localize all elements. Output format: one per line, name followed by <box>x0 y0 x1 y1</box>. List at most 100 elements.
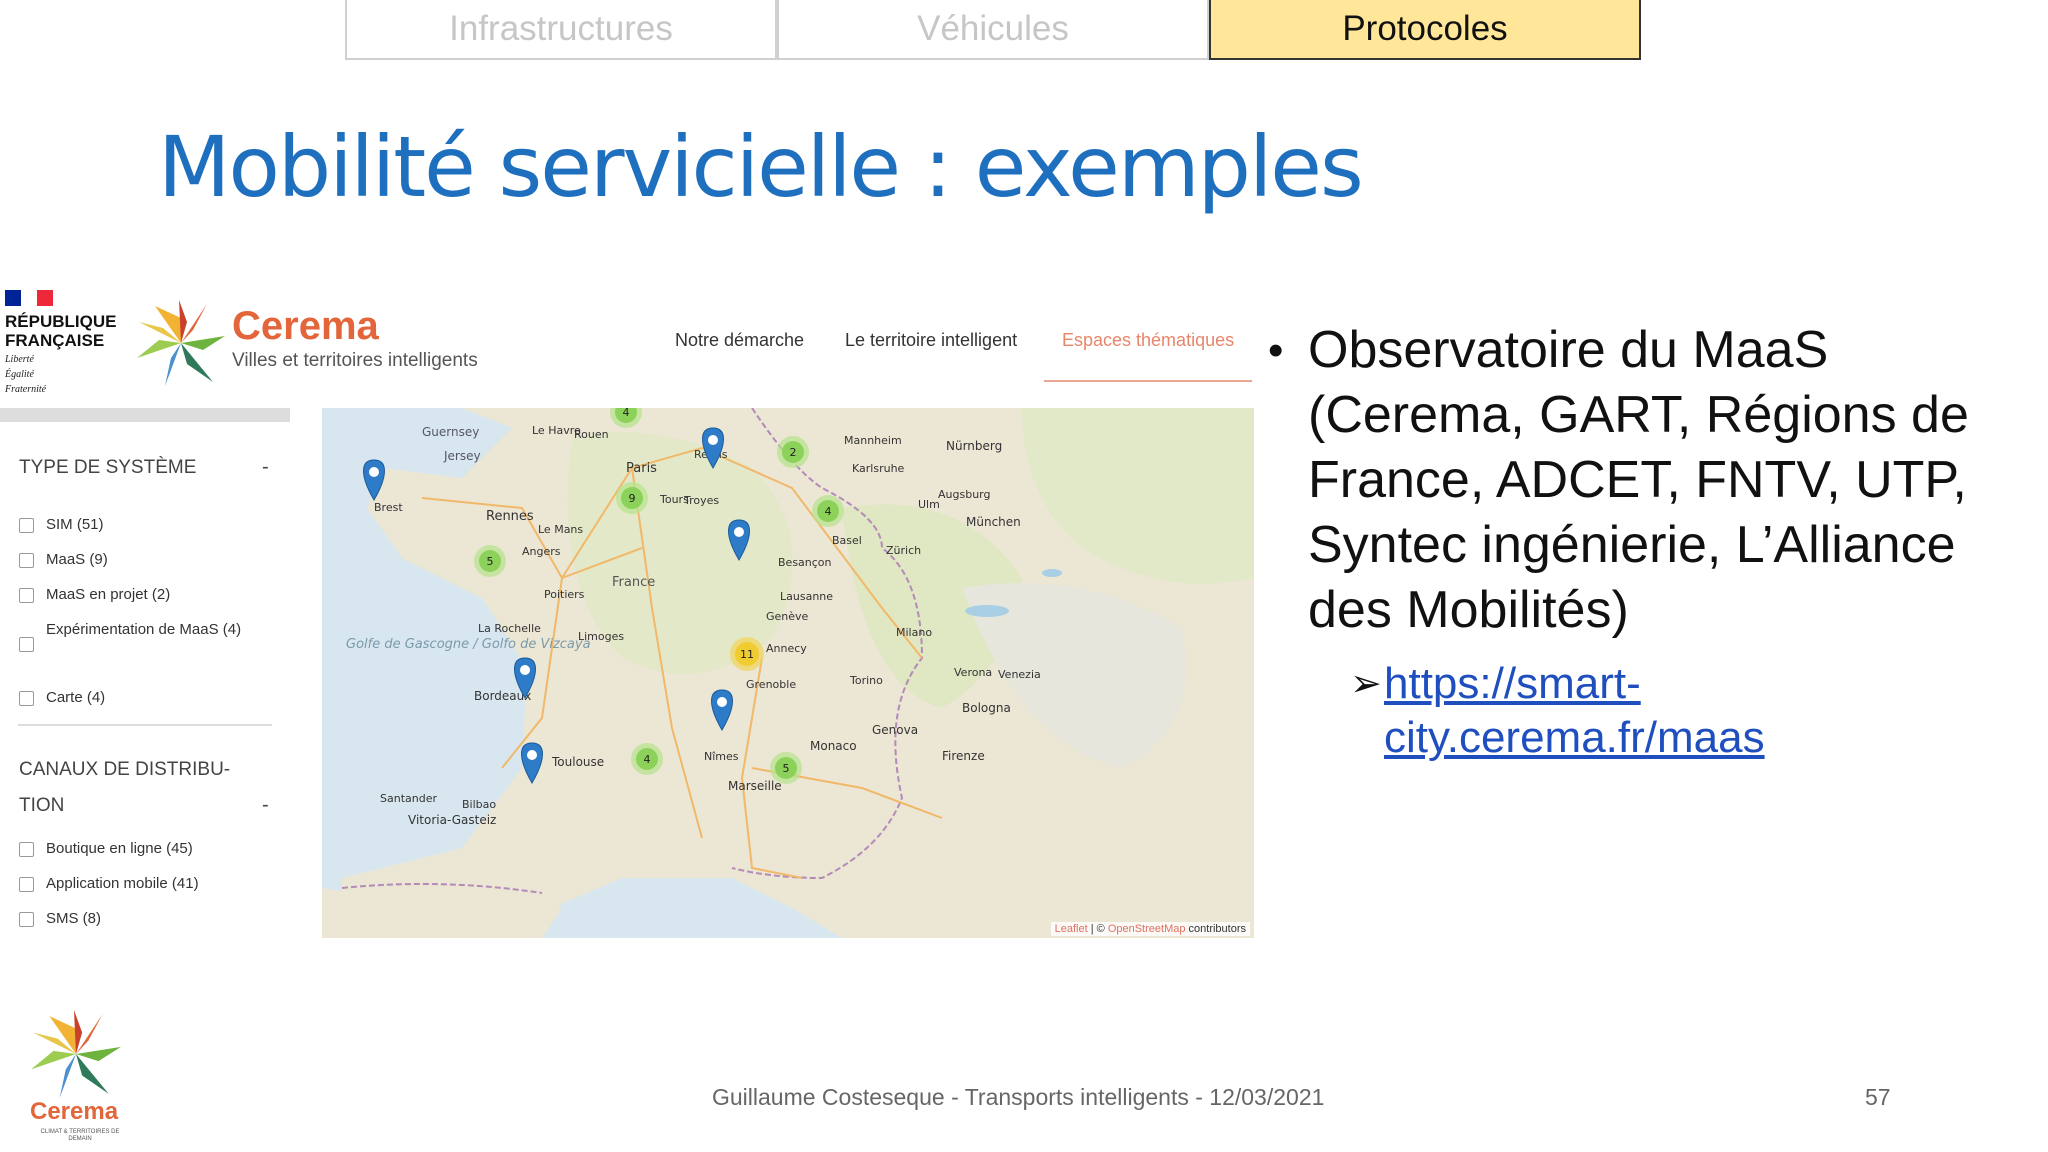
collapse-system-icon[interactable]: - <box>262 456 269 479</box>
collapse-channel-icon[interactable]: - <box>262 794 269 817</box>
map-label: Toulouse <box>551 755 604 769</box>
filter-item[interactable]: MaaS (9) <box>19 551 108 573</box>
cluster-marker[interactable]: 5 <box>474 545 506 577</box>
filter-label: Expérimentation de MaaS (4) <box>46 621 242 638</box>
nav-espaces-thematiques[interactable]: Espaces thématiques <box>1062 330 1234 351</box>
map-label: Genève <box>766 610 809 623</box>
map-label: Marseille <box>728 779 782 793</box>
site-brand[interactable]: Cerema <box>232 304 379 349</box>
map-view[interactable]: Guernsey Jersey Le Havre Rouen Paris Rei… <box>322 408 1254 938</box>
filter-channel-title-1[interactable]: CANAUX DE DISTRIBU- <box>19 752 230 788</box>
bullet-text: Observatoire du MaaS (Cerema, GART, Régi… <box>1308 321 1969 639</box>
map-label: Nîmes <box>704 750 739 763</box>
filter-item[interactable]: Carte (4) <box>19 689 105 711</box>
filter-item[interactable]: SMS (8) <box>19 910 101 932</box>
footer-caption: Guillaume Costeseque - Transports intell… <box>712 1084 1325 1110</box>
map-label: Verona <box>954 666 992 679</box>
republique-francaise-logo: RÉPUBLIQUE FRANÇAISE Liberté Égalité Fra… <box>5 290 129 395</box>
filter-item[interactable]: Expérimentation de MaaS (4) <box>19 621 249 652</box>
map-label: Venezia <box>998 668 1041 681</box>
map-label: Nürnberg <box>946 439 1002 453</box>
checkbox[interactable] <box>19 553 34 568</box>
page-number: 57 <box>1865 1084 1891 1110</box>
cluster-marker[interactable]: 4 <box>631 743 663 775</box>
map-label: Rouen <box>574 428 609 441</box>
devise-egalite: Égalité <box>5 369 34 380</box>
filter-item[interactable]: SIM (51) <box>19 516 104 538</box>
footer-cerema-logo: Cerema CLIMAT & TERRITOIRES DE DEMAIN <box>26 1008 136 1148</box>
svg-text:4: 4 <box>644 753 651 766</box>
flag-icon <box>5 290 53 306</box>
map-label: Guernsey <box>422 425 479 439</box>
cluster-marker[interactable]: 4 <box>812 495 844 527</box>
maas-link-line-1[interactable]: https://smart- <box>1384 659 1641 708</box>
map-label: Besançon <box>778 556 832 569</box>
map-label: La Rochelle <box>478 622 541 635</box>
nav-territoire-intelligent[interactable]: Le territoire intelligent <box>845 330 1017 351</box>
filter-sidebar: TYPE DE SYSTÈME - SIM (51) MaaS (9) MaaS… <box>0 408 290 948</box>
cluster-marker[interactable]: 9 <box>616 482 648 514</box>
map-label: Rennes <box>486 509 534 524</box>
map-label: Santander <box>380 792 437 805</box>
map-label: Milano <box>896 626 932 639</box>
maas-link-line-2[interactable]: city.cerema.fr/maas <box>1384 713 1765 762</box>
osm-link[interactable]: OpenStreetMap <box>1108 923 1186 935</box>
map-canvas[interactable]: Guernsey Jersey Le Havre Rouen Paris Rei… <box>322 408 1254 938</box>
filter-item[interactable]: Boutique en ligne (45) <box>19 840 193 862</box>
filter-label: Boutique en ligne (45) <box>46 840 193 857</box>
checkbox[interactable] <box>19 518 34 533</box>
devise-fraternite: Fraternité <box>5 384 47 395</box>
cluster-marker[interactable]: 5 <box>770 752 802 784</box>
checkbox[interactable] <box>19 637 34 652</box>
svg-text:5: 5 <box>487 555 494 568</box>
map-attribution: Leaflet | © OpenStreetMap contributors <box>1050 922 1250 936</box>
nav-notre-demarche[interactable]: Notre démarche <box>675 330 804 351</box>
arrow-bullet-icon: ➢ <box>1350 663 1382 705</box>
leaflet-link[interactable]: Leaflet <box>1055 923 1088 935</box>
checkbox[interactable] <box>19 691 34 706</box>
map-label: Paris <box>626 461 657 476</box>
map-label: France <box>612 575 655 590</box>
cluster-marker[interactable]: 11 <box>730 637 764 671</box>
cerema-footer-logo-icon <box>31 1010 121 1098</box>
map-label: Mannheim <box>844 434 902 447</box>
filter-label: SIM (51) <box>46 516 104 533</box>
map-label: Troyes <box>683 494 719 507</box>
republic-line-1: RÉPUBLIQUE <box>5 312 117 331</box>
svg-text:4: 4 <box>825 505 832 518</box>
filter-system-title[interactable]: TYPE DE SYSTÈME <box>19 450 196 486</box>
map-label: Karlsruhe <box>852 462 905 475</box>
filter-channel-title-2[interactable]: TION <box>19 788 64 824</box>
sub-bullet-item: ➢ https://smart-city.cerema.fr/maas <box>1268 657 2008 765</box>
map-label: Brest <box>374 501 403 514</box>
site-header: RÉPUBLIQUE FRANÇAISE Liberté Égalité Fra… <box>0 272 1262 408</box>
site-tagline: Villes et territoires intelligents <box>232 350 478 371</box>
maas-link[interactable]: https://smart-city.cerema.fr/maas <box>1384 659 1765 762</box>
tab-vehicules[interactable]: Véhicules <box>777 0 1209 60</box>
filter-divider <box>18 724 272 726</box>
map-label: Genova <box>872 723 918 737</box>
tab-infrastructures[interactable]: Infrastructures <box>345 0 777 60</box>
map-label: Zürich <box>886 544 921 557</box>
map-label: Torino <box>849 674 883 687</box>
map-label: Monaco <box>810 739 857 753</box>
cluster-marker[interactable]: 2 <box>777 436 809 468</box>
bullet-list: • Observatoire du MaaS (Cerema, GART, Ré… <box>1268 318 2008 765</box>
checkbox[interactable] <box>19 877 34 892</box>
filter-item[interactable]: Application mobile (41) <box>19 875 199 897</box>
map-label: Jersey <box>443 449 481 463</box>
tab-protocoles[interactable]: Protocoles <box>1209 0 1641 60</box>
map-label: Augsburg <box>938 488 990 501</box>
filter-item[interactable]: MaaS en projet (2) <box>19 586 170 608</box>
map-label: Angers <box>522 545 561 558</box>
map-label: Le Mans <box>538 523 583 536</box>
filter-label: MaaS (9) <box>46 551 108 568</box>
checkbox[interactable] <box>19 912 34 927</box>
nav-active-underline <box>1044 380 1252 382</box>
checkbox[interactable] <box>19 842 34 857</box>
website-screenshot: RÉPUBLIQUE FRANÇAISE Liberté Égalité Fra… <box>0 272 1262 948</box>
map-label: Lausanne <box>780 590 833 603</box>
map-label: Firenze <box>942 749 985 763</box>
map-label: München <box>966 515 1021 529</box>
checkbox[interactable] <box>19 588 34 603</box>
